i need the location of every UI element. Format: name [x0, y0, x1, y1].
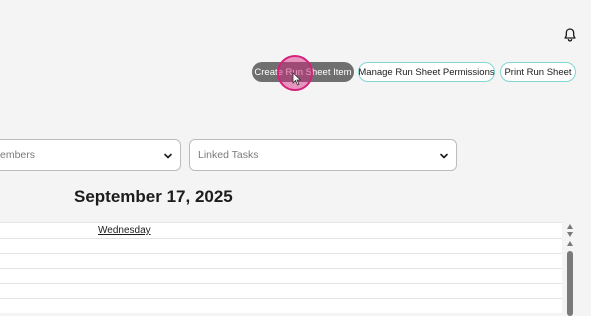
grid-row-divider [0, 268, 562, 269]
scroll-up-icon[interactable] [567, 224, 573, 229]
scroll-down-icon[interactable] [567, 232, 573, 237]
scrollbar-thumb[interactable] [567, 251, 573, 316]
bell-icon[interactable] [562, 27, 578, 43]
schedule-scrollbar[interactable] [563, 222, 577, 316]
chevron-down-icon [164, 153, 172, 159]
manage-run-sheet-permissions-button[interactable]: Manage Run Sheet Permissions [358, 62, 495, 82]
linked-tasks-select-label: Linked Tasks [198, 149, 259, 161]
print-run-sheet-button[interactable]: Print Run Sheet [500, 62, 576, 82]
create-run-sheet-item-button[interactable]: Create Run Sheet Item [252, 62, 354, 82]
day-header-wednesday[interactable]: Wednesday [98, 225, 151, 236]
scroll-up-icon[interactable] [567, 241, 573, 246]
grid-row-divider [0, 253, 562, 254]
linked-tasks-select[interactable]: Linked Tasks [189, 139, 457, 171]
members-select-label: embers [0, 149, 36, 161]
schedule-grid [0, 222, 562, 313]
members-select[interactable]: embers [0, 139, 181, 171]
chevron-down-icon [440, 153, 448, 159]
schedule-date-title: September 17, 2025 [74, 187, 233, 206]
grid-row-divider [0, 298, 562, 299]
grid-row-divider [0, 238, 562, 239]
grid-row-divider [0, 283, 562, 284]
